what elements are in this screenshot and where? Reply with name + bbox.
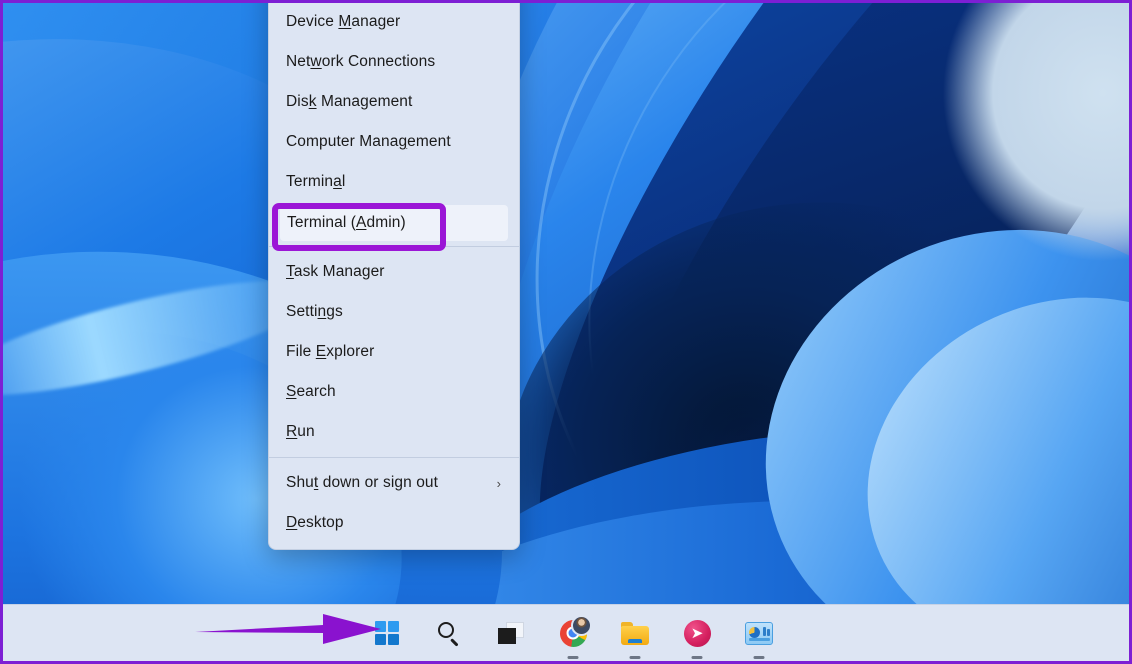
menu-item-file-explorer[interactable]: File Explorer	[269, 332, 519, 372]
running-indicator	[754, 656, 765, 659]
menu-item-label: File Explorer	[286, 343, 503, 361]
menu-item-label: Terminal	[286, 173, 503, 191]
avatar	[571, 615, 592, 636]
menu-item-label: Disk Management	[286, 93, 503, 111]
folder-icon	[621, 622, 649, 645]
search-button[interactable]	[429, 613, 469, 653]
menu-item-computer-management[interactable]: Computer Management	[269, 122, 519, 162]
app-blue-button[interactable]	[739, 613, 779, 653]
menu-item-terminal[interactable]: Terminal	[269, 162, 519, 202]
menu-separator	[269, 457, 519, 458]
annotation-arrow-icon	[195, 610, 381, 646]
search-icon	[437, 621, 461, 645]
menu-item-label: Settings	[286, 303, 503, 321]
menu-item-device-manager[interactable]: Device Manager	[269, 3, 519, 42]
menu-item-terminal-admin[interactable]: Terminal (Admin)	[280, 205, 508, 241]
chevron-right-icon: ›	[497, 477, 501, 490]
taskbar: ➤	[3, 604, 1129, 661]
running-indicator	[692, 656, 703, 659]
red-arrow-icon: ➤	[684, 620, 711, 647]
menu-item-shut-down-or-sign-out[interactable]: Shut down or sign out ›	[269, 463, 519, 503]
menu-item-label: Desktop	[286, 514, 503, 532]
menu-item-label: Run	[286, 423, 503, 441]
highlighted-menu-item-wrapper: Terminal (Admin)	[270, 205, 518, 241]
menu-item-label: Computer Management	[286, 133, 503, 151]
task-view-icon	[498, 622, 524, 644]
menu-item-label: Terminal (Admin)	[287, 214, 492, 232]
running-indicator	[630, 656, 641, 659]
desktop-wallpaper	[3, 3, 1129, 604]
explorer-button[interactable]	[615, 613, 655, 653]
menu-separator	[269, 246, 519, 247]
menu-item-label: Device Manager	[286, 13, 503, 31]
power-user-menu[interactable]: Event Viewer System Device Manager Netwo…	[268, 3, 520, 550]
menu-item-label: Network Connections	[286, 53, 503, 71]
menu-item-desktop[interactable]: Desktop	[269, 503, 519, 543]
chrome-button[interactable]	[553, 613, 593, 653]
desktop-screen: Event Viewer System Device Manager Netwo…	[3, 3, 1129, 661]
chart-monitor-icon	[745, 622, 773, 645]
menu-item-label: Shut down or sign out	[286, 474, 497, 492]
menu-item-search[interactable]: Search	[269, 372, 519, 412]
menu-item-run[interactable]: Run	[269, 412, 519, 452]
menu-item-disk-management[interactable]: Disk Management	[269, 82, 519, 122]
menu-item-label: Task Manager	[286, 263, 503, 281]
menu-item-settings[interactable]: Settings	[269, 292, 519, 332]
windows-logo-icon	[375, 621, 399, 645]
menu-item-label: Search	[286, 383, 503, 401]
start-button[interactable]	[367, 613, 407, 653]
menu-item-task-manager[interactable]: Task Manager	[269, 252, 519, 292]
app-red-button[interactable]: ➤	[677, 613, 717, 653]
running-indicator	[568, 656, 579, 659]
task-view-button[interactable]	[491, 613, 531, 653]
chrome-icon	[560, 620, 587, 647]
menu-item-network-connections[interactable]: Network Connections	[269, 42, 519, 82]
taskbar-icon-group: ➤	[367, 613, 779, 653]
